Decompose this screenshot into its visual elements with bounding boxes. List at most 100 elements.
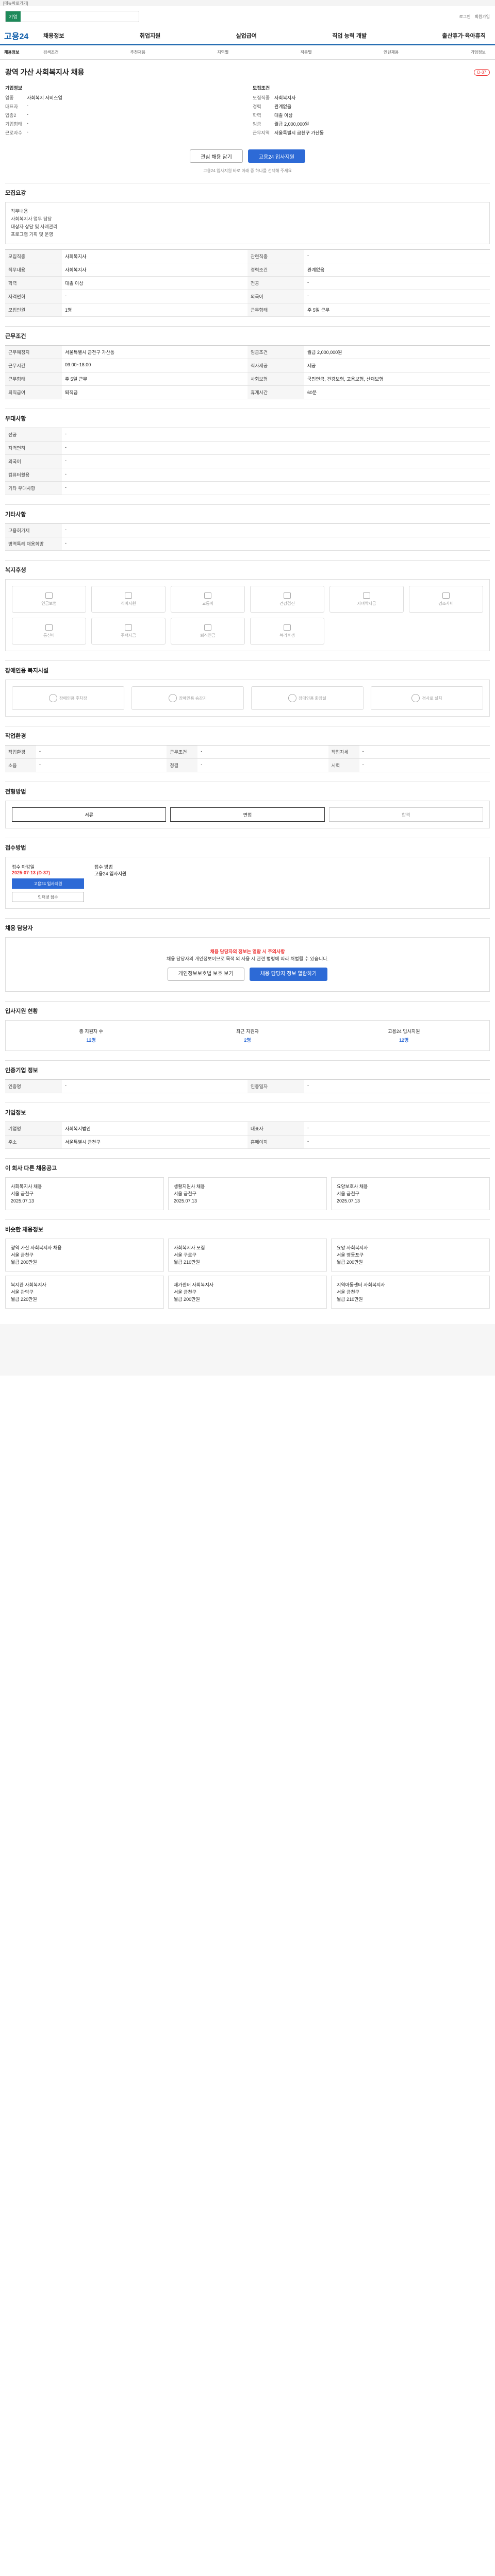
- work-section: 근무조건 근무예정지 서울특별시 금천구 가산동 임금조건 월급 2,000,000원…: [5, 326, 490, 399]
- section-title: 인증기업 정보: [5, 1067, 38, 1074]
- other-job-card[interactable]: 사회복지사 채용 서울 금천구 2025.07.13: [5, 1177, 164, 1210]
- cell-value: -: [304, 1122, 490, 1136]
- recruit-section: 모집요강 직무내용 사회복지사 업무 담당 대상자 상담 및 사례관리 프로그램…: [5, 183, 490, 317]
- cell-value: -: [62, 442, 490, 455]
- cell-label: 전공: [248, 277, 304, 290]
- site-logo[interactable]: 고용24: [4, 29, 43, 42]
- section-title: 근무조건: [5, 333, 26, 340]
- subnav-item[interactable]: 인턴채용: [384, 49, 399, 55]
- env-table: 작업환경 - 근무조건 - 작업자세 - 소음 - 청결 - 시력 -: [5, 745, 490, 772]
- cell-value: 09:00~18:00: [62, 359, 248, 372]
- cell-label: 휴게시간: [248, 386, 304, 399]
- card-line: 2025.07.13: [337, 1198, 360, 1204]
- welfare-item: 건강검진: [250, 586, 324, 613]
- subnav-item[interactable]: 지역별: [217, 49, 228, 55]
- cell-value: -: [36, 759, 167, 772]
- job-title-bar: 광역 가산 사회복지사 채용 D-37: [5, 67, 490, 77]
- process-section: 전형방법 서류 면접 합격: [5, 782, 490, 828]
- cell-label: 근무예정지: [5, 346, 62, 359]
- subnav-item[interactable]: 검색조건: [43, 49, 58, 55]
- skip-link[interactable]: [메뉴바로가기]: [3, 1, 28, 6]
- similar-job-card[interactable]: 요양 사회복지사 서울 영등포구 월급 200만원: [331, 1239, 490, 1272]
- menu-item-leave[interactable]: 출산휴가·육아휴직: [442, 31, 486, 40]
- welfare-label: 식비지원: [121, 601, 136, 606]
- deadline-date: 2025-07-13 (D-37): [12, 870, 51, 875]
- cell-value: 서울특별시 금천구 가산동: [62, 346, 248, 359]
- process-step: 서류: [12, 807, 167, 822]
- menu-item-benefit[interactable]: 실업급여: [236, 31, 257, 40]
- welfare-icon: [125, 624, 132, 631]
- login-link[interactable]: 로그인: [459, 14, 470, 20]
- cell-value: -: [304, 1080, 490, 1093]
- subnav-item[interactable]: 추천채용: [130, 49, 145, 55]
- stat-item: 총 지원자 수 12명: [13, 1028, 169, 1043]
- welfare-icon: [284, 592, 291, 599]
- stat-item: 고용24 입사지원 12명: [326, 1028, 482, 1043]
- stat-label: 최근 지원자: [236, 1029, 259, 1034]
- menu-item-training[interactable]: 직업 능력 개발: [332, 31, 367, 40]
- info-row: 임금 월급 2,000,000원: [253, 122, 309, 127]
- menu-item-support[interactable]: 취업지원: [140, 31, 160, 40]
- welfare-item: 식비지원: [91, 586, 166, 613]
- similar-job-card[interactable]: 지역아동센터 사회복지사 서울 금천구 월급 210만원: [331, 1276, 490, 1309]
- other-job-card[interactable]: 생활지원사 채용 서울 금천구 2025.07.13: [168, 1177, 327, 1210]
- content: 광역 가산 사회복지사 채용 D-37 기업정보 업종 사회복지 서비스업 대표자…: [0, 67, 495, 1309]
- menu-item-jobs[interactable]: 채용정보: [43, 31, 64, 40]
- card-line: 재가센터 사회복지사: [174, 1282, 214, 1287]
- search-box[interactable]: 기업: [5, 11, 139, 22]
- card-line: 서울 관악구: [11, 1290, 34, 1295]
- signup-link[interactable]: 회원가입: [475, 14, 490, 20]
- internet-apply-button[interactable]: 인터넷 접수: [12, 892, 84, 902]
- cell-label: 기업명: [5, 1122, 62, 1136]
- page-title: 광역 가산 사회복지사 채용: [5, 68, 85, 76]
- card-line: 2025.07.13: [11, 1198, 35, 1204]
- welfare-item: 통신비: [12, 618, 86, 645]
- section-title: 작업환경: [5, 733, 26, 739]
- search-scope[interactable]: 기업: [6, 11, 21, 22]
- cell-value: 국민연금, 건강보험, 고용보험, 산재보험: [304, 372, 490, 386]
- section-title: 기타사항: [5, 512, 26, 518]
- facility-label: 장애인용 주차장: [59, 696, 87, 701]
- cell-value: -: [62, 468, 490, 482]
- contact-buttons: 개인정보보호법 보호 보기 채용 담당자 정보 열람하기: [16, 968, 479, 981]
- similar-job-card[interactable]: 복지관 사회복지사 서울 관악구 월급 220만원: [5, 1276, 164, 1309]
- view-contact-button[interactable]: 채용 담당자 정보 열람하기: [249, 968, 328, 981]
- welfare-grid: 연금보험 식비지원 교통비 건강검진 자녀학자금 경조사비 통신비 주택자금 퇴직연금 복리후생: [5, 579, 490, 651]
- cell-value: -: [304, 1136, 490, 1149]
- apply-button[interactable]: 고용24 입사지원: [248, 149, 305, 163]
- welfare-icon: [204, 624, 211, 631]
- similar-jobs: 광역 가산 사회복지사 채용 서울 금천구 월급 200만원 사회복지사 모집 서울 구…: [5, 1239, 490, 1309]
- stats-row: 총 지원자 수 12명 최근 지원자 2명 고용24 입사지원 12명: [5, 1020, 490, 1051]
- similar-job-card[interactable]: 사회복지사 모집 서울 구로구 월급 210만원: [168, 1239, 327, 1272]
- facility-list: 장애인용 주차장 장애인용 승강기 장애인용 화장실 경사로 설치: [5, 680, 490, 717]
- section-title: 채용 담당자: [5, 925, 33, 931]
- cell-value: -: [36, 745, 167, 759]
- similar-job-card[interactable]: 재가센터 사회복지사 서울 금천구 월급 200만원: [168, 1276, 327, 1309]
- welfare-icon: [363, 592, 370, 599]
- cell-value: 제공: [304, 359, 490, 372]
- cell-label: 기타 우대사항: [5, 482, 62, 495]
- welfare-label: 퇴직연금: [200, 633, 216, 638]
- cell-label: 작업자세: [328, 745, 359, 759]
- welfare-item: 퇴직연금: [171, 618, 245, 645]
- user-links: 로그인 회원가입: [459, 14, 490, 20]
- stat-label: 고용24 입사지원: [388, 1029, 420, 1034]
- cell-label: 모집직종: [5, 250, 62, 263]
- cell-label: 인증일자: [248, 1080, 304, 1093]
- other-job-card[interactable]: 요양보호사 채용 서울 금천구 2025.07.13: [331, 1177, 490, 1210]
- cell-label: 모집인원: [5, 303, 62, 317]
- welfare-label: 통신비: [43, 633, 55, 638]
- cell-label: 대표자: [248, 1122, 304, 1136]
- cell-value: 사회복지사: [62, 263, 248, 277]
- privacy-button[interactable]: 개인정보보호법 보호 보기: [167, 968, 244, 981]
- section-title: 비슷한 채용정보: [5, 1227, 43, 1233]
- subnav-item[interactable]: 기업정보: [470, 49, 485, 55]
- card-line: 서울 금천구: [11, 1252, 34, 1258]
- cell-value: 1명: [62, 303, 248, 317]
- welfare-label: 자녀학자금: [357, 601, 376, 606]
- apply-online-button[interactable]: 고용24 입사지원: [12, 878, 84, 889]
- similar-job-card[interactable]: 광역 가산 사회복지사 채용 서울 금천구 월급 200만원: [5, 1239, 164, 1272]
- card-line: 서울 금천구: [174, 1191, 196, 1196]
- subnav-item[interactable]: 직종별: [301, 49, 312, 55]
- bookmark-button[interactable]: 관심 채용 담기: [190, 149, 243, 163]
